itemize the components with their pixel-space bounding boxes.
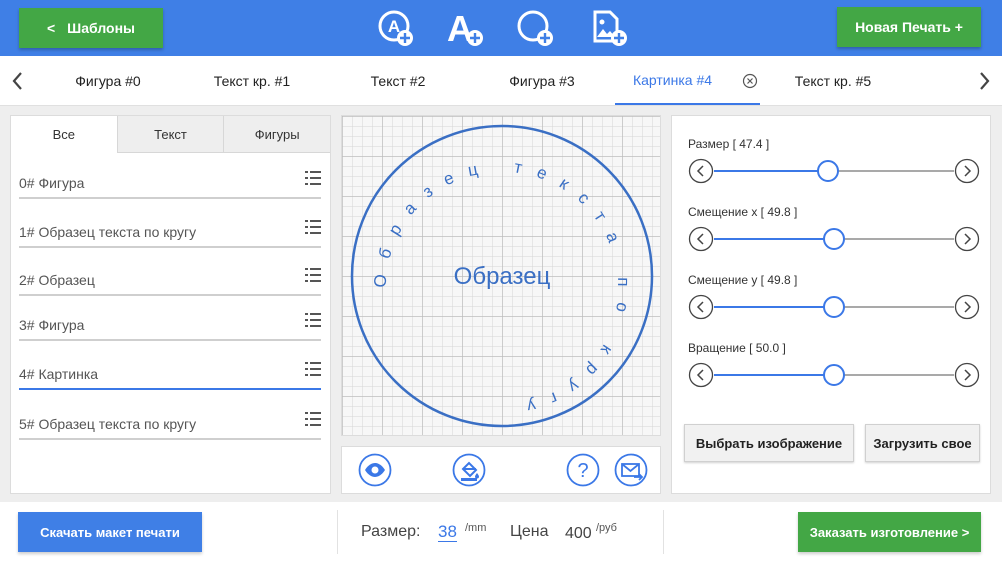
chevron-right-icon[interactable]: [954, 362, 980, 388]
drag-handle-icon[interactable]: [305, 266, 321, 284]
layer-label: 3# Фигура: [19, 317, 85, 333]
add-text-circle-icon[interactable]: A: [376, 8, 416, 48]
slider-fill: [714, 306, 834, 308]
layer-item-2[interactable]: 2# Образец: [19, 266, 321, 296]
chevron-left-icon[interactable]: [688, 294, 714, 320]
download-layout-button[interactable]: Скачать макет печати: [18, 512, 202, 552]
filter-shapes-tab[interactable]: Фигуры: [223, 116, 331, 153]
footer-bar: Скачать макет печати Размер: 38 /mm Цена…: [0, 502, 1002, 563]
drag-handle-icon[interactable]: [305, 169, 321, 187]
tab-image-4[interactable]: Картинка #4: [615, 56, 760, 105]
layer-item-3[interactable]: 3# Фигура: [19, 311, 321, 341]
drag-handle-icon[interactable]: [305, 311, 321, 329]
layers-panel: Все Текст Фигуры 0# Фигура 1# Образец те…: [10, 115, 331, 494]
layer-label: 5# Образец текста по кругу: [19, 416, 197, 432]
tab-circle-text-1[interactable]: Текст кр. #1: [192, 56, 312, 105]
rotation-slider-label: Вращение [ 50.0 ]: [688, 341, 786, 355]
upload-own-button[interactable]: Загрузить свое: [865, 424, 980, 462]
choose-image-button[interactable]: Выбрать изображение: [684, 424, 854, 462]
new-print-button[interactable]: Новая Печать +: [837, 7, 981, 47]
tabs-scroll-left-icon[interactable]: [8, 70, 28, 92]
element-tabs: Фигура #0 Текст кр. #1 Текст #2 Фигура #…: [0, 56, 1002, 106]
layer-label: 2# Образец: [19, 272, 95, 288]
slider-track[interactable]: [714, 160, 954, 182]
properties-panel: Размер [ 47.4 ] Смещение x [ 49.8 ] Смещ…: [671, 115, 991, 494]
templates-back-label: Шаблоны: [67, 20, 135, 36]
layer-item-0[interactable]: 0# Фигура: [19, 169, 321, 199]
add-image-icon[interactable]: [590, 8, 630, 48]
layer-item-4[interactable]: 4# Картинка: [19, 360, 321, 390]
slider-thumb[interactable]: [822, 228, 845, 250]
tabs-scroll-right-icon[interactable]: [974, 70, 994, 92]
price-label: Цена: [510, 523, 549, 540]
fill-color-icon[interactable]: [452, 453, 486, 487]
add-text-icon[interactable]: A: [446, 8, 486, 48]
drag-handle-icon[interactable]: [305, 218, 321, 236]
offset-y-slider-label: Смещение y [ 49.8 ]: [688, 273, 798, 287]
tab-text-2[interactable]: Текст #2: [338, 56, 458, 105]
chevron-right-icon[interactable]: [954, 158, 980, 184]
filter-all-tab[interactable]: Все: [11, 116, 117, 153]
chevron-left-icon[interactable]: [688, 226, 714, 252]
slider-track[interactable]: [714, 364, 954, 386]
svg-text:A: A: [388, 17, 400, 36]
slider-thumb[interactable]: [822, 296, 845, 318]
tab-figure-0[interactable]: Фигура #0: [48, 56, 168, 105]
price-value: 400: [565, 525, 592, 542]
layer-item-1[interactable]: 1# Образец текста по кругу: [19, 218, 321, 248]
size-label: Размер:: [361, 523, 421, 540]
stamp-center-text: Образец: [454, 263, 551, 290]
offset-x-slider[interactable]: [688, 226, 980, 252]
offset-y-slider[interactable]: [688, 294, 980, 320]
slider-track[interactable]: [714, 228, 954, 250]
size-value[interactable]: 38: [438, 523, 457, 542]
send-email-icon[interactable]: [614, 453, 648, 487]
stamp-preview[interactable]: Образец текста по кругу Образец: [342, 116, 661, 436]
slider-fill: [714, 170, 828, 172]
add-shape-icon[interactable]: [516, 8, 556, 48]
price-unit: /руб: [596, 522, 617, 534]
filter-text-tab[interactable]: Текст: [116, 116, 224, 153]
svg-text:?: ?: [577, 460, 588, 482]
offset-x-slider-label: Смещение x [ 49.8 ]: [688, 205, 798, 219]
rotation-slider[interactable]: [688, 362, 980, 388]
layer-label: 1# Образец текста по кругу: [19, 224, 197, 240]
canvas-toolbar: ?: [341, 446, 661, 494]
help-icon[interactable]: ?: [566, 453, 600, 487]
preview-eye-icon[interactable]: [358, 453, 392, 487]
tab-figure-3[interactable]: Фигура #3: [482, 56, 602, 105]
chevron-left-icon[interactable]: [688, 158, 714, 184]
layer-item-5[interactable]: 5# Образец текста по кругу: [19, 410, 321, 440]
top-bar: < Шаблоны A A Новая Печать +: [0, 0, 1002, 56]
size-slider[interactable]: [688, 158, 980, 184]
chevron-right-icon[interactable]: [954, 226, 980, 252]
stamp-canvas[interactable]: Образец текста по кругу Образец: [341, 115, 661, 436]
chevron-left-icon[interactable]: [688, 362, 714, 388]
slider-fill: [714, 374, 834, 376]
chevron-right-icon[interactable]: [954, 294, 980, 320]
layer-filter-tabs: Все Текст Фигуры: [11, 116, 331, 153]
divider: [663, 510, 664, 554]
slider-thumb[interactable]: [816, 160, 839, 182]
size-unit: /mm: [465, 522, 487, 534]
tab-circle-text-5[interactable]: Текст кр. #5: [773, 56, 893, 105]
drag-handle-icon[interactable]: [305, 360, 321, 378]
close-tab-icon[interactable]: [742, 73, 758, 89]
templates-back-button[interactable]: < Шаблоны: [19, 8, 163, 48]
drag-handle-icon[interactable]: [305, 410, 321, 428]
size-slider-label: Размер [ 47.4 ]: [688, 137, 770, 151]
order-button[interactable]: Заказать изготовление >: [798, 512, 981, 552]
layer-label: 4# Картинка: [19, 366, 99, 382]
slider-thumb[interactable]: [823, 364, 845, 386]
divider: [337, 510, 338, 554]
layer-label: 0# Фигура: [19, 175, 85, 191]
slider-track[interactable]: [714, 296, 954, 318]
slider-fill: [714, 238, 834, 240]
chevron-left-icon: <: [46, 20, 56, 36]
